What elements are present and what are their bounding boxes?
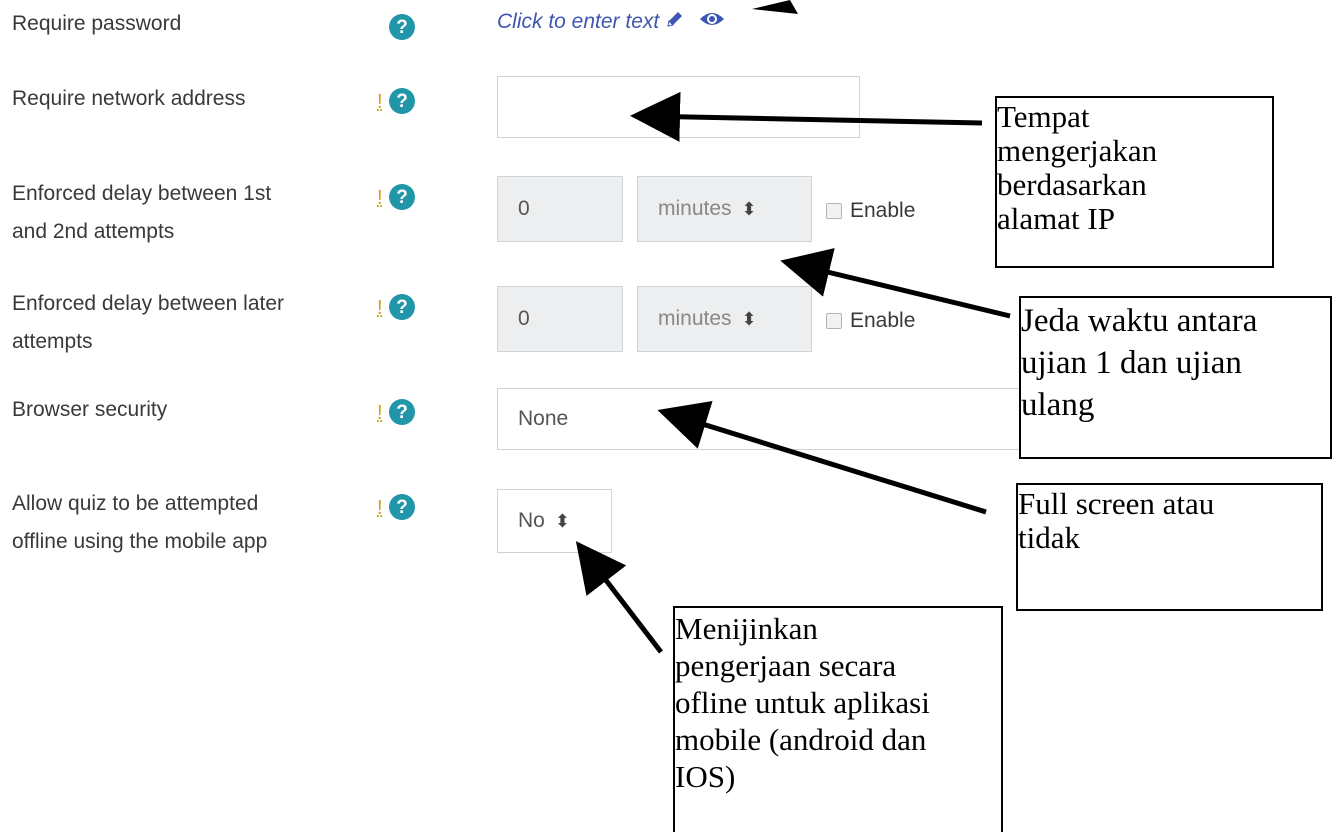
annotation-arrows	[575, 0, 1011, 654]
arrow-offline	[575, 541, 663, 654]
arrow-browser-security	[657, 400, 987, 515]
arrow-delay	[780, 248, 1011, 319]
arrow-top-partial	[752, 0, 798, 14]
arrow-network-address	[630, 91, 983, 142]
